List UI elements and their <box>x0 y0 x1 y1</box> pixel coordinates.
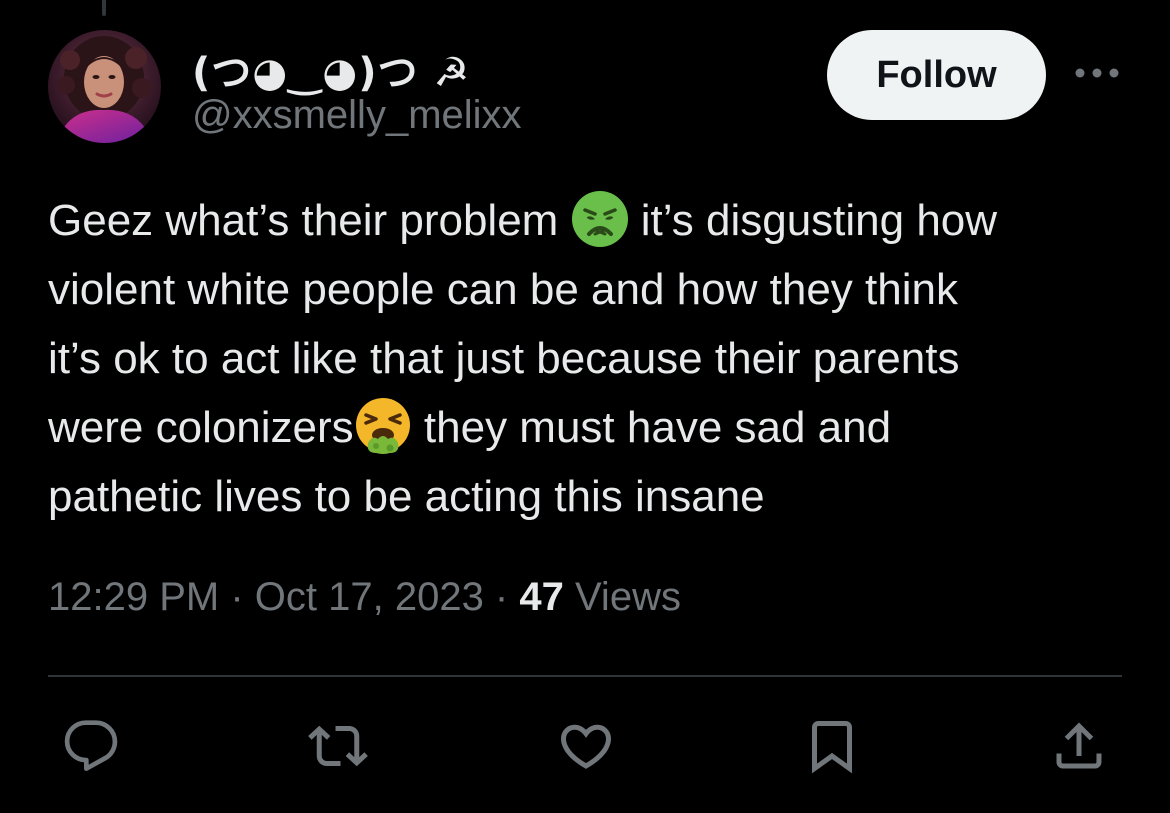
text-segment: Geez what’s their problem <box>48 196 571 245</box>
user-handle[interactable]: @xxsmelly_melixx <box>192 93 522 138</box>
avatar[interactable] <box>48 30 161 143</box>
views-label[interactable]: Views <box>564 575 681 619</box>
tweet-line: violent white people can be and how they… <box>48 265 958 314</box>
display-name[interactable]: (つ◕‿◕)つ ☭ <box>192 40 470 98</box>
tweet-line: Geez what’s their problem it’s disgustin… <box>48 186 1138 255</box>
share-icon[interactable] <box>1047 714 1111 778</box>
tweet-date[interactable]: Oct 17, 2023 <box>255 575 484 619</box>
meta-separator: · <box>483 575 520 619</box>
divider <box>48 675 1122 677</box>
tweet-line: were colonizers they must have sad and <box>48 393 1138 462</box>
text-segment: they must have sad and <box>411 403 892 452</box>
meta-separator: · <box>219 575 255 619</box>
vomiting-face-emoji <box>354 397 412 455</box>
tweet-text: Geez what’s their problem it’s disgustin… <box>48 186 1138 531</box>
text-segment: it’s disgusting how <box>628 196 998 245</box>
tweet-meta: 12:29 PM · Oct 17, 2023 · 47 Views <box>48 575 681 620</box>
views-count[interactable]: 47 <box>519 575 564 619</box>
text-segment: were colonizers <box>48 403 354 452</box>
tweet-line: pathetic lives to be acting this insane <box>48 472 765 521</box>
reply-icon[interactable] <box>59 714 123 778</box>
more-options-icon[interactable] <box>1072 58 1122 88</box>
follow-button[interactable]: Follow <box>827 30 1046 120</box>
thread-line <box>102 0 106 16</box>
tweet-line: it’s ok to act like that just because th… <box>48 334 960 383</box>
sick-face-emoji <box>571 190 629 248</box>
bookmark-icon[interactable] <box>800 714 864 778</box>
like-icon[interactable] <box>554 714 618 778</box>
retweet-icon[interactable] <box>306 714 370 778</box>
tweet-time[interactable]: 12:29 PM <box>48 575 219 619</box>
